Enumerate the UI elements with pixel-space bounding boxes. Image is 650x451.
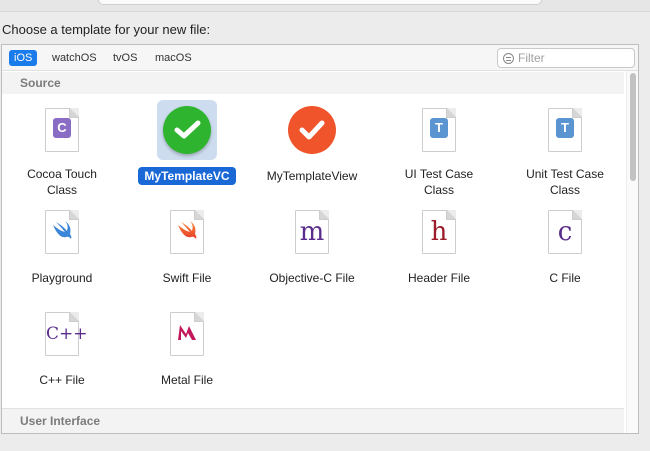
template-label: C File — [549, 271, 581, 285]
section-header-user-interface: User Interface — [2, 408, 624, 433]
tab-tvos[interactable]: tvOS — [108, 50, 142, 66]
cocoa-touch-class-icon: C — [45, 108, 79, 152]
tab-ios[interactable]: iOS — [9, 50, 38, 66]
ui-test-case-icon: T — [422, 108, 456, 152]
tab-watchos[interactable]: watchOS — [47, 50, 102, 66]
template-label: Objective-C File — [269, 271, 355, 285]
template-label: MyTemplateVC — [138, 167, 236, 185]
filter-input[interactable] — [518, 50, 628, 66]
filter-icon — [503, 53, 514, 64]
metal-file-icon — [170, 312, 204, 356]
template-label: Class — [46, 183, 77, 197]
template-label: MyTemplateView — [266, 169, 358, 183]
selection-highlight — [157, 100, 217, 160]
objc-file-icon: m — [295, 210, 329, 254]
swift-file-icon — [170, 210, 204, 254]
orange-checkmark-icon — [288, 106, 336, 154]
filter-field[interactable] — [497, 48, 635, 68]
platform-tab-bar: iOS watchOS tvOS macOS — [2, 45, 638, 71]
title-toolbar-strip — [0, 0, 650, 12]
vertical-scrollbar[interactable] — [626, 71, 638, 433]
green-checkmark-icon — [163, 106, 211, 154]
template-label: Unit Test Case — [526, 167, 604, 181]
playground-swift-icon — [45, 210, 79, 254]
template-label: Swift File — [162, 271, 212, 285]
scrollbar-thumb[interactable] — [630, 73, 636, 181]
template-label: C++ File — [39, 373, 85, 387]
template-label: Metal File — [160, 373, 213, 387]
section-header-source: Source — [2, 72, 624, 94]
template-label: Class — [549, 183, 580, 197]
template-chooser-panel: iOS watchOS tvOS macOS Source C Cocoa To… — [1, 44, 639, 434]
template-label: Class — [423, 183, 454, 197]
template-label: Cocoa Touch — [27, 167, 97, 181]
header-file-icon: h — [422, 210, 456, 254]
tab-macos[interactable]: macOS — [150, 50, 197, 66]
dialog-prompt: Choose a template for your new file: — [2, 22, 211, 37]
unit-test-case-icon: T — [548, 108, 582, 152]
toolbar-field — [98, 0, 542, 5]
cpp-file-icon: C++ — [45, 312, 88, 356]
c-file-icon: c — [548, 210, 582, 254]
template-label: Playground — [31, 271, 93, 285]
template-label: UI Test Case — [404, 167, 474, 181]
template-label: Header File — [407, 271, 471, 285]
